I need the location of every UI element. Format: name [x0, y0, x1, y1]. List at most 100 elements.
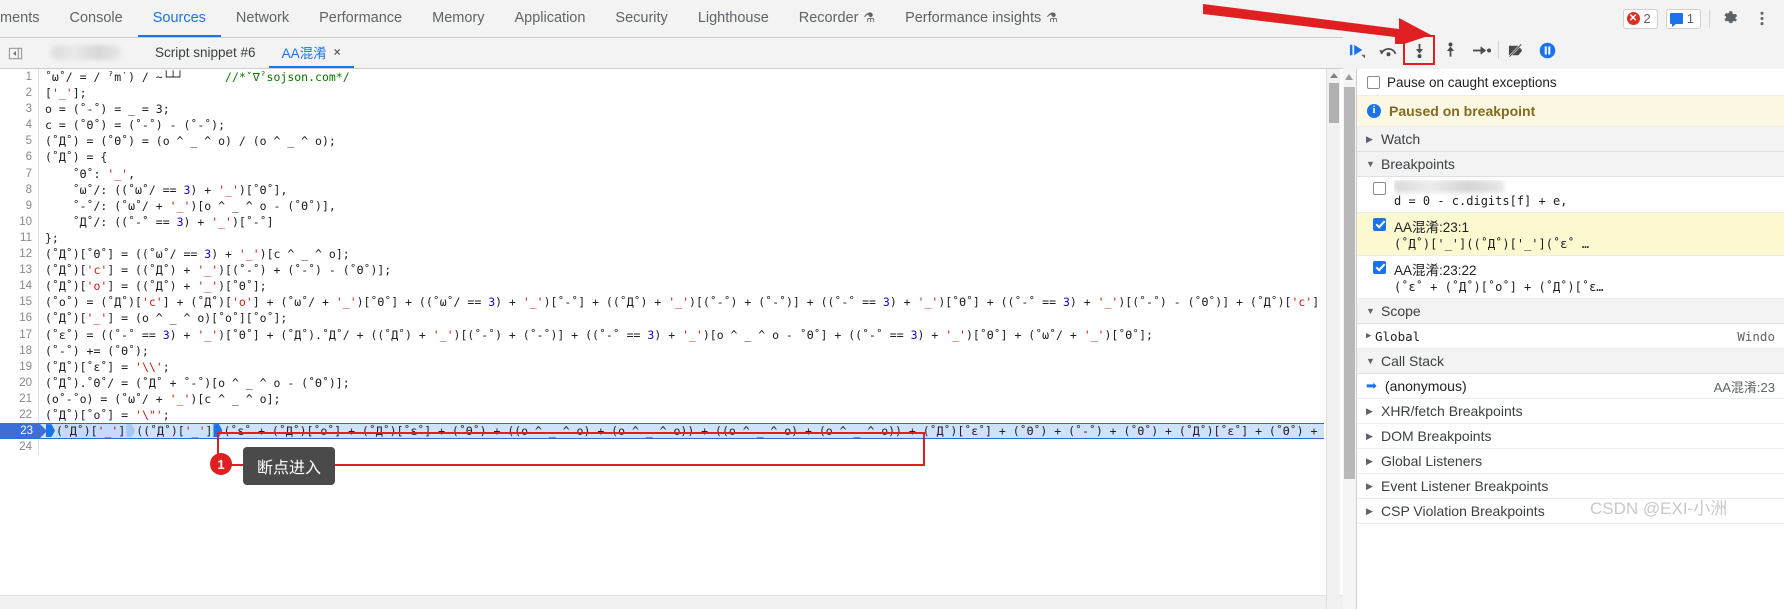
code-text[interactable]: ˚Д˚/: ((˚-˚ == 3) + '_')[˚-˚] [39, 214, 274, 230]
call-stack-section-header[interactable]: ▼ Call Stack [1357, 349, 1784, 374]
code-text[interactable]: (˚ε˚) = ((˚-˚ == 3) + '_')[˚Θ˚] + (˚Д˚).… [39, 327, 1153, 343]
code-text[interactable]: (˚Д˚)['c'] = ((˚Д˚) + '_')[(˚-˚) + (˚-˚)… [39, 262, 391, 278]
line-number[interactable]: 7 [0, 165, 39, 182]
sidebar-scroll-thumb[interactable] [1344, 87, 1355, 479]
code-line[interactable]: 7 ˚Θ˚: '_', [0, 165, 1324, 182]
line-number[interactable]: 3 [0, 101, 39, 118]
code-text[interactable]: (o˚-˚o) = (˚ω˚/ + '_')[c ^ _ ^ o]; [39, 391, 280, 407]
code-line[interactable]: 19 (˚Д˚)[˚ε˚] = '\\'; [0, 358, 1324, 375]
pause-on-caught-exceptions-checkbox[interactable] [1367, 75, 1380, 89]
code-line[interactable]: 1 ˚ω˚/ = / ˀm˙) / ~└┴┘ //*ˇ∇ˀsojson.com*/ [0, 69, 1324, 86]
line-number[interactable]: 5 [0, 133, 39, 150]
sidebar-vertical-scrollbar[interactable] [1343, 69, 1356, 609]
line-number[interactable]: 16 [0, 310, 39, 327]
line-number[interactable]: 15 [0, 294, 39, 311]
line-number[interactable]: 18 [0, 342, 39, 359]
editor-scroll-thumb[interactable] [1329, 83, 1339, 123]
breakpoint-item[interactable]: d = 0 - c.digits[f] + e, [1357, 177, 1784, 213]
code-line[interactable]: 21 (o˚-˚o) = (˚ω˚/ + '_')[c ^ _ ^ o]; [0, 390, 1324, 407]
code-text[interactable]: (˚Д˚)[˚o˚] = '\"'; [39, 407, 170, 423]
code-line[interactable]: 22 (˚Д˚)[˚o˚] = '\"'; [0, 406, 1324, 424]
code-text[interactable]: ˚ω˚/ = / ˀm˙) / ~└┴┘ //*ˇ∇ˀsojson.com*/ [39, 69, 350, 85]
code-text[interactable]: (˚Д˚).˚Θ˚/ = (˚Д˚ + ˚-˚)[o ^ _ ^ o - (˚Θ… [39, 375, 350, 391]
panel-tab-memory[interactable]: Memory [417, 0, 499, 37]
line-number[interactable]: 17 [0, 326, 39, 343]
code-line[interactable]: 13 (˚Д˚)['c'] = ((˚Д˚) + '_')[(˚-˚) + (˚-… [0, 262, 1324, 279]
scroll-up-arrow-icon[interactable] [1330, 73, 1338, 78]
code-text[interactable]: ˚ω˚/: ((˚ω˚/ == 3) + '_')[˚Θ˚], [39, 182, 288, 198]
line-number[interactable]: 23 [0, 423, 47, 440]
code-line[interactable]: 9 ˚-˚/: (˚ω˚/ + '_')[o ^ _ ^ o - (˚Θ˚)], [0, 197, 1324, 214]
pause-on-exceptions-button[interactable] [1533, 37, 1561, 63]
line-number[interactable]: 8 [0, 181, 39, 198]
breakpoints-section-header[interactable]: ▼ Breakpoints [1357, 152, 1784, 177]
pause-on-caught-exceptions-row[interactable]: Pause on caught exceptions [1357, 69, 1784, 96]
code-text[interactable]: }; [39, 230, 59, 246]
panel-tab-sources[interactable]: Sources [137, 0, 221, 37]
line-number[interactable]: 4 [0, 117, 39, 134]
code-line[interactable]: 3o = (˚-˚) = _ = 3; [0, 101, 1324, 118]
line-number[interactable]: 22 [0, 406, 39, 424]
editor-vertical-scrollbar[interactable] [1326, 69, 1340, 609]
scope-item-global[interactable]: ▶ Global Windo [1357, 324, 1784, 349]
code-line[interactable]: 20 (˚Д˚).˚Θ˚/ = (˚Д˚ + ˚-˚)[o ^ _ ^ o - (… [0, 374, 1324, 391]
line-number[interactable]: 21 [0, 390, 39, 407]
step-button[interactable] [1467, 37, 1495, 63]
code-line[interactable]: 5 (˚Д˚) = (˚Θ˚) = (o ^ _ ^ o) / (o ^ _ ^ … [0, 133, 1324, 150]
line-number[interactable]: 13 [0, 262, 39, 279]
scope-section-header[interactable]: ▼ Scope [1357, 299, 1784, 324]
sidebar-scroll-up-icon[interactable] [1345, 74, 1353, 80]
resume-script-execution-button[interactable] [1343, 37, 1371, 63]
code-lines[interactable]: 1 ˚ω˚/ = / ˀm˙) / ~└┴┘ //*ˇ∇ˀsojson.com*/… [0, 69, 1324, 609]
sidebar-section-global-listeners[interactable]: ▶ Global Listeners [1357, 449, 1784, 474]
code-editor[interactable]: 1 ˚ω˚/ = / ˀm˙) / ~└┴┘ //*ˇ∇ˀsojson.com*/… [0, 69, 1324, 609]
code-line[interactable]: 4c = (˚Θ˚) = (˚-˚) - (˚-˚); [0, 117, 1324, 134]
code-line[interactable]: 12 (˚Д˚)[˚Θ˚] = ((˚ω˚/ == 3) + '_')[c ^ _… [0, 246, 1324, 263]
step-out-of-current-function-button[interactable] [1436, 37, 1464, 63]
code-line[interactable]: 2 ['_']; [0, 85, 1324, 102]
line-number[interactable]: 24 [0, 439, 39, 456]
step-over-next-function-call-button[interactable] [1374, 37, 1402, 63]
code-text[interactable]: o = (˚-˚) = _ = 3; [39, 101, 170, 117]
panel-tab-lighthouse[interactable]: Lighthouse [683, 0, 784, 37]
error-count-chip[interactable]: ✕ 2 [1622, 8, 1658, 29]
breakpoint-enabled-checkbox[interactable] [1373, 218, 1386, 231]
panel-tab-security[interactable]: Security [600, 0, 682, 37]
sidebar-section-event-listener-breakpoints[interactable]: ▶ Event Listener Breakpoints [1357, 474, 1784, 499]
breakpoint-marker-icon[interactable] [46, 424, 55, 438]
line-number[interactable]: 14 [0, 278, 39, 295]
line-number[interactable]: 20 [0, 374, 39, 391]
code-text[interactable]: (˚Д˚)['o'] = ((˚Д˚) + '_')[˚Θ˚]; [39, 278, 267, 294]
panel-tab-performance-insights[interactable]: Performance insights ⚗ [890, 0, 1073, 37]
line-number[interactable]: 12 [0, 246, 39, 263]
code-text[interactable]: (˚Д˚) = { [39, 149, 107, 165]
line-number[interactable]: 2 [0, 85, 39, 102]
code-text[interactable]: (˚Д˚)[˚ε˚] = '\\'; [39, 359, 170, 375]
editor-horizontal-scrollbar[interactable] [0, 595, 1343, 609]
breakpoint-enabled-checkbox[interactable] [1373, 261, 1386, 274]
breakpoint-item[interactable]: AA混淆:23:1 (˚Д˚)['_']((˚Д˚)['_'](˚ε˚ … [1357, 213, 1784, 256]
message-count-chip[interactable]: 1 [1665, 8, 1701, 29]
file-tab-aa-[interactable]: AA混淆 × [268, 38, 354, 68]
code-text[interactable]: (˚Д˚) = (˚Θ˚) = (o ^ _ ^ o) / (o ^ _ ^ o… [39, 133, 336, 149]
code-text[interactable] [39, 439, 45, 455]
breakpoint-marker-icon[interactable] [126, 424, 136, 438]
code-text[interactable]: (˚Д˚)['_'] = (o ^ _ ^ o)[˚o˚][˚o˚]; [39, 310, 287, 326]
file-tab-script-snippet-#6[interactable]: Script snippet #6 [142, 38, 269, 68]
sidebar-section-xhr-fetch-breakpoints[interactable]: ▶ XHR/fetch Breakpoints [1357, 399, 1784, 424]
gear-icon[interactable] [1718, 7, 1742, 31]
code-text[interactable]: (˚o˚) = (˚Д˚)['c'] + (˚Д˚)['o'] + (˚ω˚/ … [39, 294, 1324, 310]
panel-tab-console[interactable]: Console [55, 0, 138, 37]
file-tab-redacted[interactable] [30, 38, 142, 68]
code-line[interactable]: 15 (˚o˚) = (˚Д˚)['c'] + (˚Д˚)['o'] + (˚ω˚… [0, 294, 1324, 311]
panel-tab-application[interactable]: Application [499, 0, 600, 37]
show-navigator-icon[interactable] [0, 38, 30, 68]
breakpoint-enabled-checkbox[interactable] [1373, 182, 1386, 195]
code-text[interactable]: (˚-˚) += (˚Θ˚); [39, 343, 149, 359]
code-line[interactable]: 18 (˚-˚) += (˚Θ˚); [0, 342, 1324, 359]
code-line[interactable]: 11}; [0, 229, 1324, 247]
panel-tab-network[interactable]: Network [221, 0, 304, 37]
code-text[interactable]: c = (˚Θ˚) = (˚-˚) - (˚-˚); [39, 117, 225, 133]
code-text[interactable]: ˚Θ˚: '_', [39, 166, 135, 182]
line-number[interactable]: 1 [0, 69, 39, 86]
